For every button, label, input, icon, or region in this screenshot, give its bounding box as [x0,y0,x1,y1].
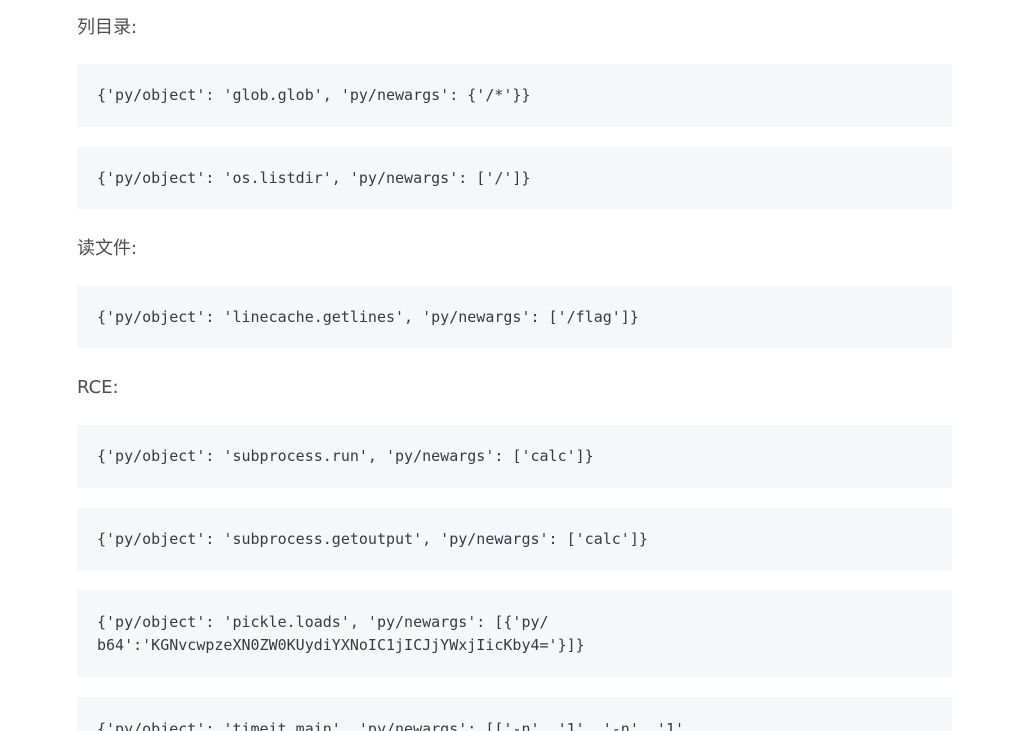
code-block: {'py/object': 'os.listdir', 'py/newargs'… [77,147,952,209]
code-block: {'py/object': 'linecache.getlines', 'py/… [77,286,952,348]
section-heading-rce: RCE: [77,377,119,398]
code-snippet: {'py/object': 'subprocess.getoutput', 'p… [97,530,648,548]
code-block: {'py/object': 'pickle.loads', 'py/newarg… [77,590,952,677]
section-heading-list-dir: 列目录: [77,17,138,38]
code-snippet: {'py/object': 'timeit.main', 'py/newargs… [97,720,684,731]
code-block: {'py/object': 'subprocess.getoutput', 'p… [77,508,952,571]
code-block: {'py/object': 'subprocess.run', 'py/newa… [77,425,952,488]
code-block: {'py/object': 'glob.glob', 'py/newargs':… [77,64,952,127]
code-snippet: {'py/object': 'os.listdir', 'py/newargs'… [97,168,531,187]
code-snippet: {'py/object': 'subprocess.run', 'py/newa… [97,447,594,465]
code-block: {'py/object': 'timeit.main', 'py/newargs… [77,697,952,731]
code-snippet: {'py/object': 'glob.glob', 'py/newargs':… [97,86,531,104]
code-snippet: {'py/object': 'linecache.getlines', 'py/… [97,307,639,326]
article-body: 列目录: {'py/object': 'glob.glob', 'py/newa… [0,0,1024,731]
section-heading-read-file: 读文件: [77,238,138,259]
code-snippet: {'py/object': 'pickle.loads', 'py/newarg… [97,612,585,654]
